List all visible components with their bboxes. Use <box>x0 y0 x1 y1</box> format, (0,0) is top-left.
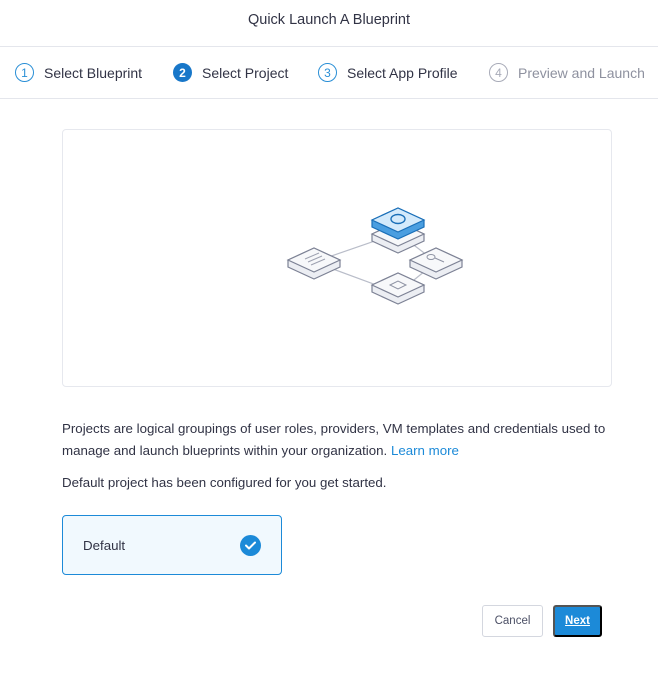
check-icon <box>240 535 261 556</box>
step-label: Select App Profile <box>347 64 458 81</box>
dialog-title: Quick Launch A Blueprint <box>247 12 411 28</box>
project-illustration-card <box>62 129 612 387</box>
learn-more-link[interactable]: Learn more <box>391 443 459 458</box>
step-number-4: 4 <box>489 63 508 82</box>
description-text: Projects are logical groupings of user r… <box>62 421 606 458</box>
step-number-2: 2 <box>173 63 192 82</box>
step-select-project[interactable]: 2 Select Project <box>173 47 288 98</box>
step-label: Select Project <box>202 64 289 81</box>
step-number-3: 3 <box>318 63 337 82</box>
step-preview-and-launch: 4 Preview and Launch <box>489 47 645 98</box>
step-label: Preview and Launch <box>518 64 645 81</box>
step-number-1: 1 <box>15 63 34 82</box>
project-description: Projects are logical groupings of user r… <box>62 418 612 462</box>
wizard-steps: 1 Select Blueprint 2 Select Project 3 Se… <box>0 46 658 99</box>
step-select-app-profile[interactable]: 3 Select App Profile <box>318 47 458 98</box>
project-option-default[interactable]: Default <box>62 515 282 575</box>
projects-network-illustration <box>286 207 464 305</box>
document-icon <box>286 247 342 280</box>
next-button[interactable]: Next <box>553 605 602 637</box>
project-name: Default <box>83 537 126 553</box>
step-label: Select Blueprint <box>44 64 143 81</box>
cancel-button[interactable]: Cancel <box>482 605 543 637</box>
key-icon <box>408 247 464 280</box>
default-project-note: Default project has been configured for … <box>62 475 387 490</box>
step-select-blueprint[interactable]: 1 Select Blueprint <box>15 47 142 98</box>
